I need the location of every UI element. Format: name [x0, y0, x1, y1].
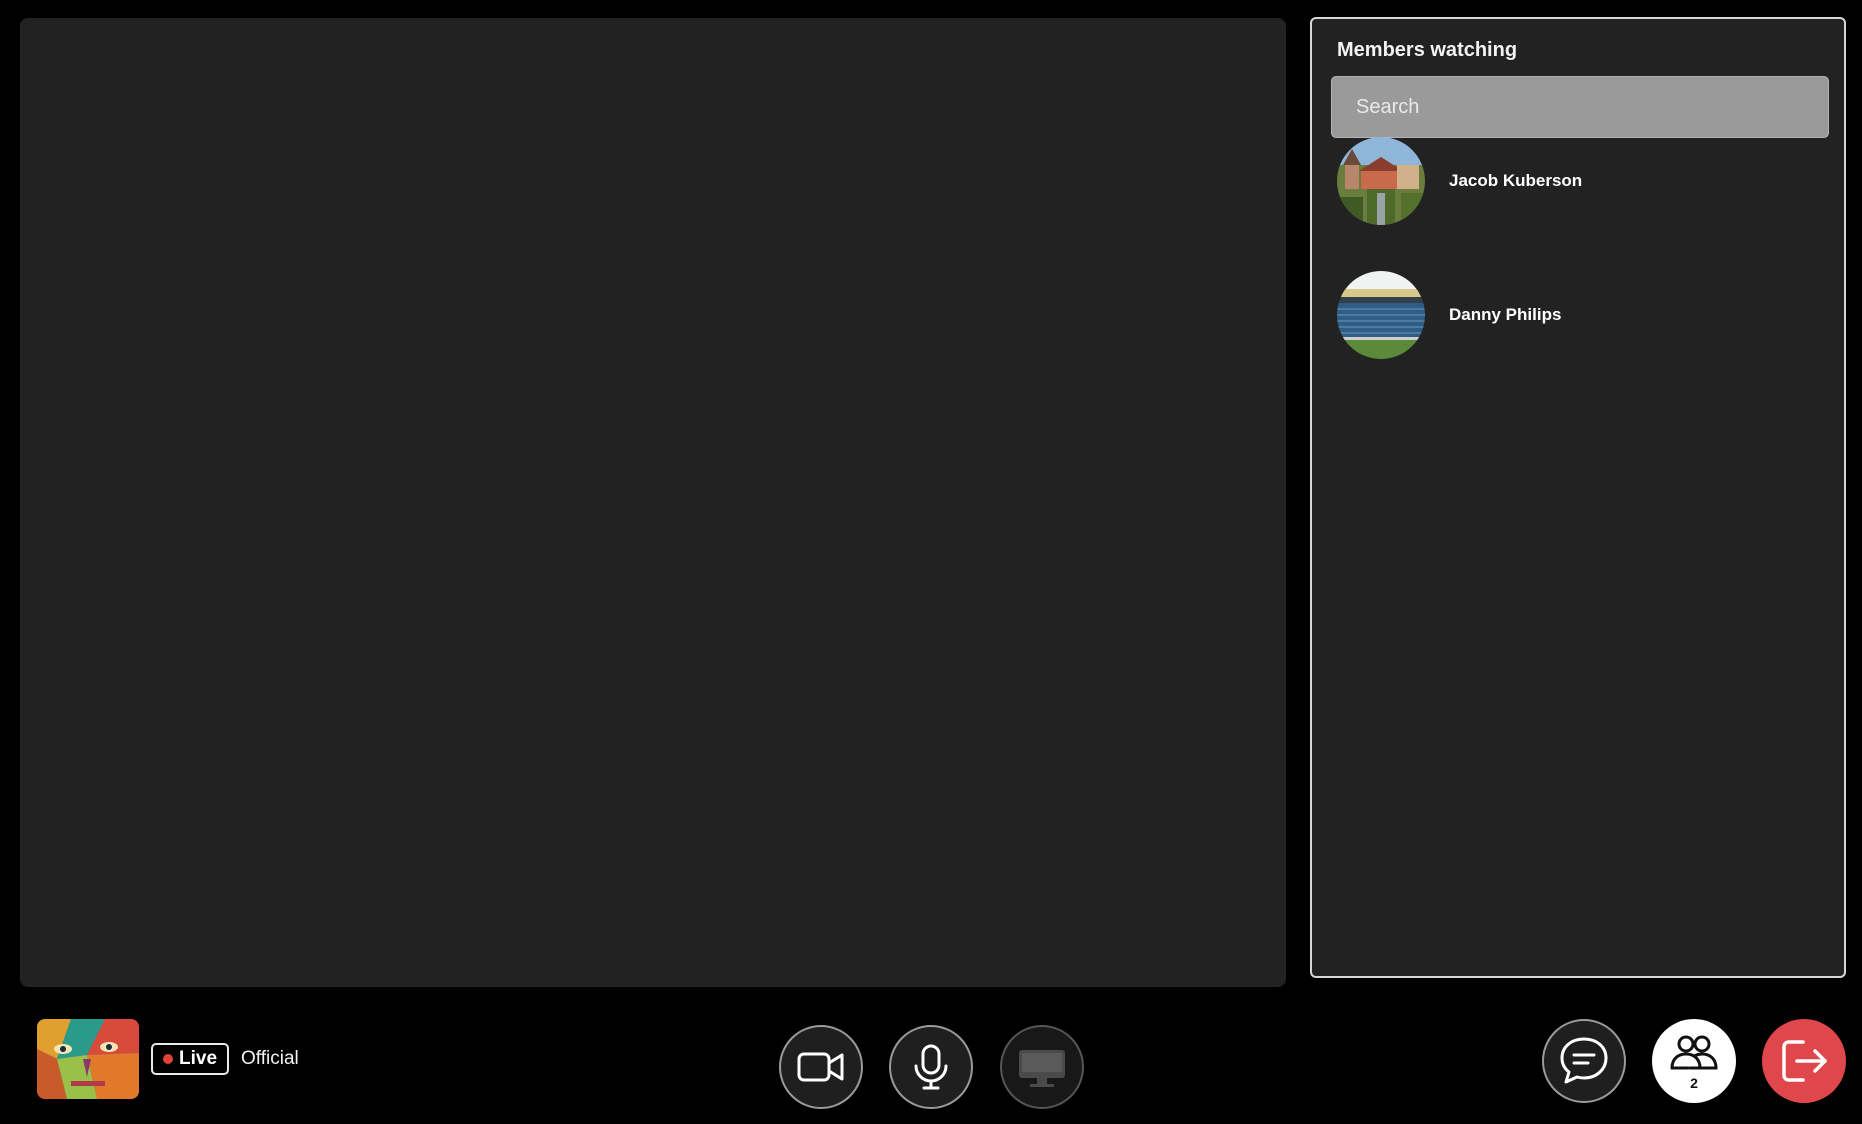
live-room-screen: Members watching Jacob Kuberso: [0, 0, 1862, 1124]
exit-icon: [1782, 1040, 1827, 1082]
live-label: Live: [179, 1048, 218, 1069]
people-icon: [1670, 1035, 1718, 1070]
members-button[interactable]: 2: [1652, 1019, 1736, 1103]
members-count: 2: [1690, 1075, 1698, 1091]
camera-toggle-button[interactable]: [779, 1025, 863, 1109]
microphone-toggle-button[interactable]: [889, 1025, 973, 1109]
member-name: Danny Philips: [1449, 305, 1562, 324]
video-stage: [20, 18, 1286, 987]
chat-icon: [1560, 1037, 1608, 1084]
members-panel-title: Members watching: [1337, 39, 1518, 61]
avatar: [1337, 137, 1425, 225]
member-item[interactable]: Jacob Kuberson: [1337, 137, 1582, 225]
members-panel: Members watching Jacob Kuberso: [1310, 17, 1846, 978]
chat-button[interactable]: [1542, 1019, 1626, 1103]
member-item[interactable]: Danny Philips: [1337, 271, 1561, 359]
leave-button[interactable]: [1762, 1019, 1846, 1103]
members-search-input[interactable]: [1331, 76, 1829, 138]
live-dot: [163, 1054, 173, 1064]
member-name: Jacob Kuberson: [1449, 171, 1583, 190]
monitor-icon: [1019, 1050, 1065, 1087]
video-camera-icon: [797, 1052, 844, 1082]
channel-info: Live Official: [37, 1019, 299, 1099]
channel-name: Official: [241, 1048, 299, 1069]
microphone-icon: [914, 1044, 948, 1090]
channel-thumbnail: [37, 1019, 139, 1099]
live-badge: Live: [151, 1043, 230, 1075]
avatar: [1337, 271, 1425, 359]
screen-share-button[interactable]: [1000, 1025, 1084, 1109]
